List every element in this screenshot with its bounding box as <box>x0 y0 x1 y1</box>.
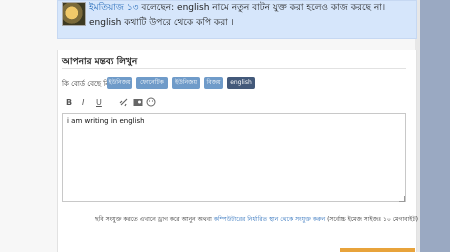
image-icon[interactable] <box>133 97 143 110</box>
link-icon[interactable] <box>119 97 129 110</box>
submit-button-edge[interactable] <box>340 248 415 252</box>
keyboard-unijoy-button[interactable]: ইউনিজয় <box>107 77 132 89</box>
title-divider <box>62 68 406 69</box>
upload-note: ছবি সংযুক্ত করতে এখানে ড্রাগ করে আনুন অথ… <box>95 214 418 225</box>
bold-icon[interactable]: B <box>66 98 72 108</box>
comment-form-title: আপনার মন্তব্য লিখুন <box>62 57 138 67</box>
upload-note-prefix: ছবি সংযুক্ত করতে এখানে ড্রাগ করে আনুন অথ… <box>95 216 214 223</box>
upload-note-suffix: (সর্বোচ্চ ইমেজ সাইজঃ ১০ মেগাবাইট) <box>325 216 418 223</box>
upload-from-computer-link[interactable]: কম্পিউটারের নির্ধারিত স্থান থেকে সংযুক্ত… <box>214 216 325 223</box>
emoji-icon[interactable] <box>146 97 156 110</box>
italic-icon[interactable]: I <box>82 98 84 108</box>
comment-editor-text[interactable]: i am writing in english <box>67 117 145 125</box>
keyboard-bijoy-button[interactable]: বিজয় <box>204 77 223 89</box>
comment-editor[interactable] <box>62 113 406 202</box>
right-sidebar <box>420 0 450 252</box>
comment-author-link[interactable]: ইমতিয়াজ ১৩ <box>89 3 139 13</box>
underline-icon[interactable]: U <box>96 98 102 108</box>
editor-toolbar <box>62 96 406 112</box>
keyboard-phonetic-button[interactable]: ফোনেটিক <box>136 77 168 89</box>
avatar[interactable] <box>62 2 86 26</box>
comment-text: ইমতিয়াজ ১৩ বলেছেন: english নামে নতুন বা… <box>89 1 411 31</box>
keyboard-english-button[interactable]: english <box>227 77 255 89</box>
editor-resize-handle[interactable] <box>399 196 405 202</box>
keyboard-unijoy-alt-button[interactable]: ইউনিজয় <box>172 77 200 89</box>
